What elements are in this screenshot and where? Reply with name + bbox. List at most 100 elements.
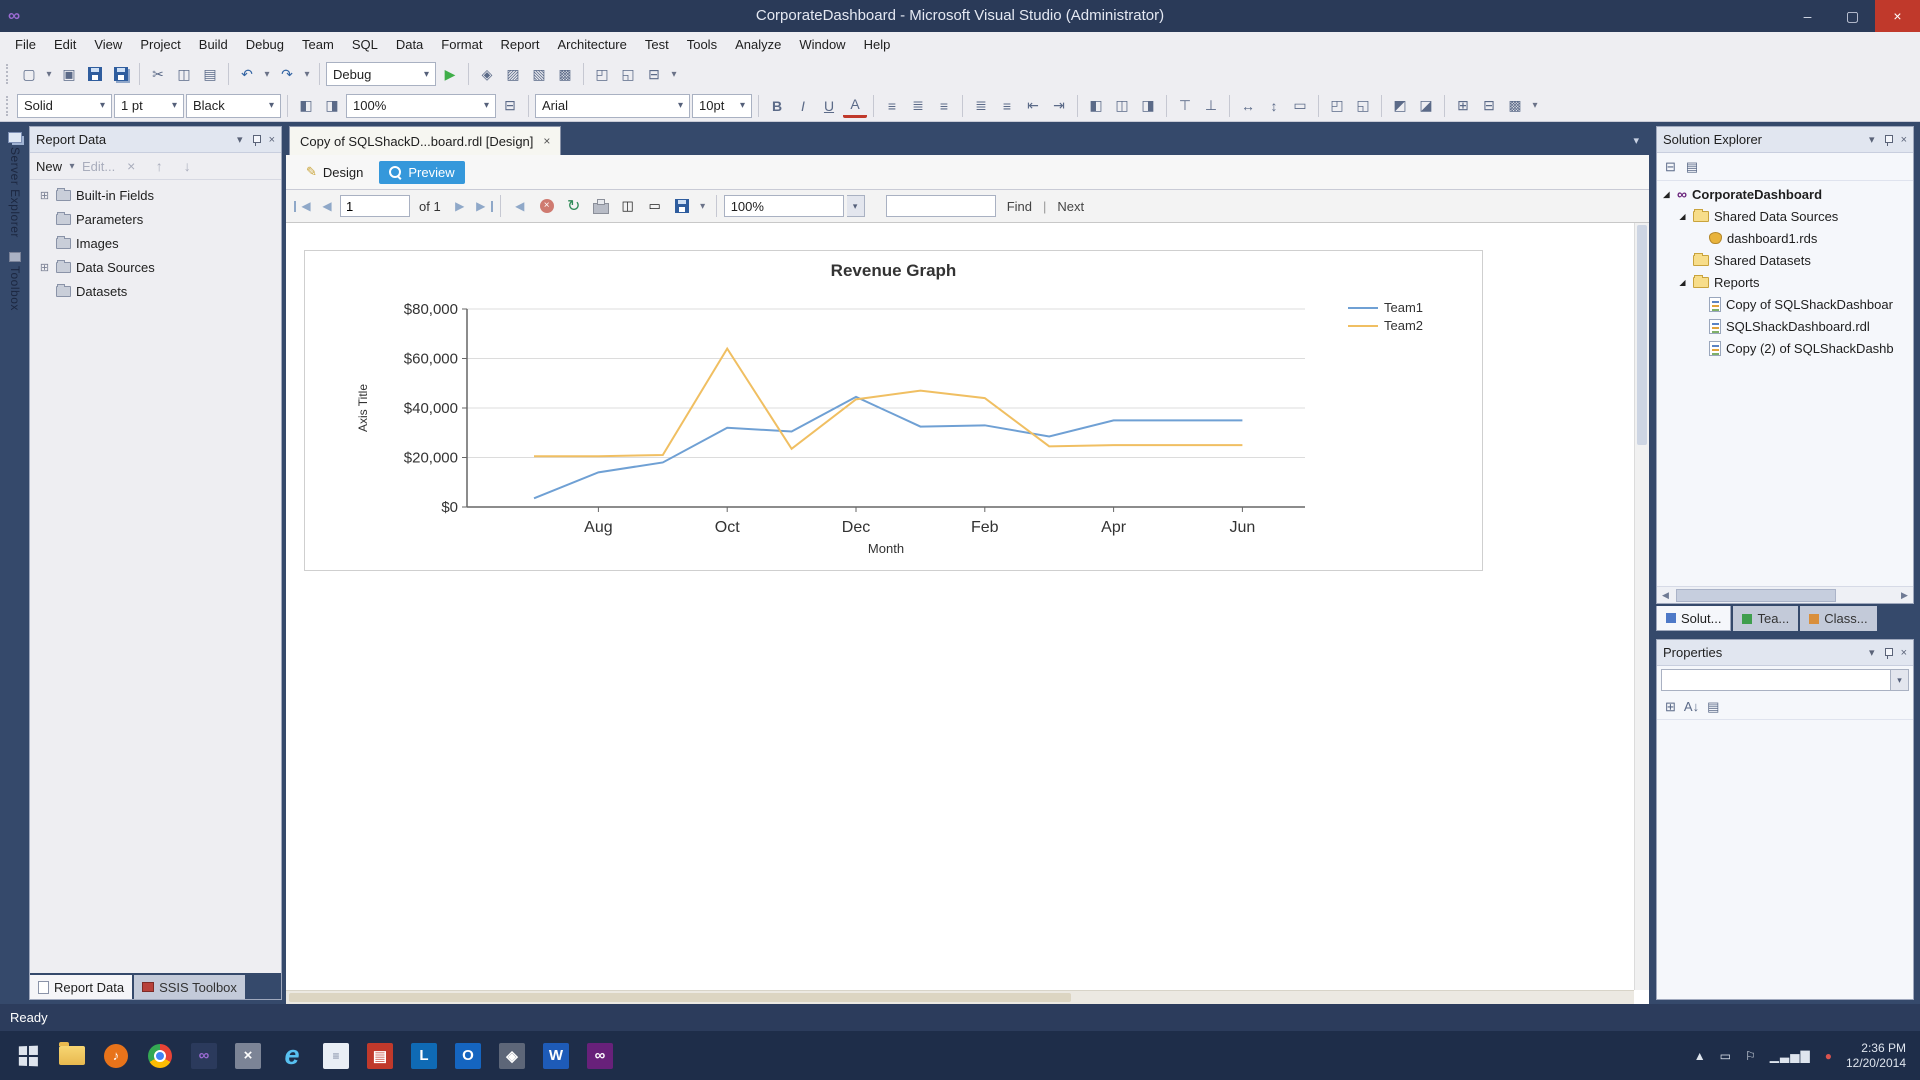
expand-icon[interactable]: ◢ (1661, 190, 1672, 199)
expand-icon[interactable]: ⊞ (38, 189, 51, 202)
sidebar-tab-server-explorer[interactable]: Server Explorer (3, 132, 27, 238)
fit-page-icon[interactable]: ⊟ (498, 94, 522, 118)
viewer-zoom-dropdown-icon[interactable]: ▾ (847, 195, 865, 217)
bullet-list-icon[interactable]: ≣ (969, 94, 993, 118)
viewer-zoom-combo[interactable]: 100% (724, 195, 844, 217)
tree-item-images[interactable]: Images (30, 231, 281, 255)
pin-icon[interactable] (1883, 134, 1893, 146)
build-icon[interactable]: ▨ (501, 62, 525, 86)
taskbar-data-tools[interactable]: × (226, 1034, 270, 1078)
tab-solution-explorer[interactable]: Solut... (1656, 606, 1731, 631)
debug-target-combo[interactable]: Debug ▾ (326, 62, 436, 86)
font-color-button[interactable]: A (843, 94, 867, 118)
document-tab[interactable]: Copy of SQLShackD...board.rdl [Design] × (289, 126, 561, 155)
find-in-files-icon[interactable]: ▧ (527, 62, 551, 86)
menu-edit[interactable]: Edit (45, 32, 85, 58)
tab-class-view[interactable]: Class... (1800, 606, 1876, 631)
align-bottoms-icon[interactable]: ⊥ (1199, 94, 1223, 118)
font-name-combo[interactable]: Arial ▾ (535, 94, 690, 118)
close-tab-icon[interactable]: × (543, 134, 550, 148)
find-text-input[interactable] (886, 195, 996, 217)
refresh-icon[interactable]: ↻ (562, 194, 586, 218)
tree-item-copy-of-report[interactable]: Copy of SQLShackDashboar (1657, 293, 1913, 315)
show-hidden-icons[interactable]: ▲ (1694, 1049, 1706, 1063)
tree-item-shared-datasets[interactable]: Shared Datasets (1657, 249, 1913, 271)
taskbar-chrome[interactable] (138, 1034, 182, 1078)
export-dropdown-icon[interactable]: ▾ (697, 194, 709, 218)
paste-icon[interactable]: ▤ (198, 62, 222, 86)
stop-rendering-icon[interactable]: × (535, 194, 559, 218)
close-icon[interactable]: × (269, 134, 275, 146)
undo-dropdown-icon[interactable]: ▾ (261, 62, 273, 86)
zoom-combo[interactable]: 100% ▾ (346, 94, 496, 118)
redo-dropdown-icon[interactable]: ▾ (301, 62, 313, 86)
new-dropdown-icon[interactable]: ▾ (66, 154, 78, 178)
volume-muted-icon[interactable]: ● (1825, 1049, 1832, 1063)
tab-team-explorer[interactable]: Tea... (1733, 606, 1798, 631)
undo-icon[interactable]: ↶ (235, 62, 259, 86)
same-size-icon[interactable]: ▭ (1288, 94, 1312, 118)
border-color-combo[interactable]: Black ▾ (186, 94, 281, 118)
menu-debug[interactable]: Debug (237, 32, 293, 58)
send-to-back-icon[interactable]: ◪ (1414, 94, 1438, 118)
redo-icon[interactable]: ↷ (275, 62, 299, 86)
find-next-button[interactable]: Next (1049, 199, 1092, 214)
border-style-combo[interactable]: Solid ▾ (17, 94, 112, 118)
taskbar-file-explorer[interactable] (50, 1034, 94, 1078)
underline-button[interactable]: U (817, 94, 841, 118)
menu-analyze[interactable]: Analyze (726, 32, 790, 58)
same-width-icon[interactable]: ↔ (1236, 94, 1260, 118)
tree-item-reports[interactable]: ◢ Reports (1657, 271, 1913, 293)
expand-icon[interactable]: ◢ (1677, 278, 1688, 287)
taskbar-lync[interactable]: L (402, 1034, 446, 1078)
align-center-icon[interactable]: ≣ (906, 94, 930, 118)
command-window-icon[interactable]: ▩ (553, 62, 577, 86)
table-style-icon[interactable]: ▩ (1503, 94, 1527, 118)
expand-icon[interactable]: ◢ (1677, 212, 1688, 221)
find-button[interactable]: Find (999, 199, 1040, 214)
first-page-icon[interactable]: ◀ (294, 201, 314, 212)
number-list-icon[interactable]: ≡ (995, 94, 1019, 118)
sidebar-tab-toolbox[interactable]: Toolbox (3, 252, 27, 311)
menu-tools[interactable]: Tools (678, 32, 726, 58)
split-cells-icon[interactable]: ⊟ (1477, 94, 1501, 118)
taskbar-word[interactable]: W (534, 1034, 578, 1078)
tree-item-data-sources[interactable]: ⊞ Data Sources (30, 255, 281, 279)
expand-icon[interactable]: ⊞ (38, 261, 51, 274)
save-all-icon[interactable] (109, 62, 133, 86)
move-down-icon[interactable]: ↓ (175, 154, 199, 178)
pin-icon[interactable] (251, 134, 261, 146)
export-icon[interactable] (670, 194, 694, 218)
zoom-in-icon[interactable]: ◨ (320, 94, 344, 118)
back-to-parent-icon[interactable]: ◀ (508, 194, 532, 218)
cut-icon[interactable]: ✂ (146, 62, 170, 86)
show-all-files-icon[interactable]: ▤ (1686, 159, 1698, 175)
page-number-input[interactable] (340, 195, 410, 217)
increase-indent-icon[interactable]: ⇥ (1047, 94, 1071, 118)
bold-button[interactable]: B (765, 94, 789, 118)
save-icon[interactable] (83, 62, 107, 86)
new-file-dropdown-icon[interactable]: ▾ (43, 62, 55, 86)
tab-preview[interactable]: Preview (379, 161, 464, 184)
copy-icon[interactable]: ◫ (172, 62, 196, 86)
window-position-icon[interactable]: ▾ (1869, 646, 1875, 659)
taskbar-visual-studio-2013[interactable]: ∞ (578, 1034, 622, 1078)
scroll-right-icon[interactable]: ▶ (1896, 590, 1913, 601)
taskbar-internet-explorer[interactable]: e (270, 1034, 314, 1078)
close-icon[interactable]: × (1901, 647, 1907, 659)
decrease-indent-icon[interactable]: ⇤ (1021, 94, 1045, 118)
toolbar-options-icon[interactable]: ▾ (668, 62, 680, 86)
scrollbar-thumb[interactable] (1637, 225, 1647, 445)
same-height-icon[interactable]: ↕ (1262, 94, 1286, 118)
properties-object-combo[interactable] (1661, 669, 1891, 691)
tree-item-dashboard1-rds[interactable]: dashboard1.rds (1657, 227, 1913, 249)
toolbar-options-icon[interactable]: ▾ (1529, 94, 1541, 118)
zoom-out-icon[interactable]: ◧ (294, 94, 318, 118)
tree-item-parameters[interactable]: Parameters (30, 207, 281, 231)
properties-window-icon[interactable]: ◱ (616, 62, 640, 86)
italic-button[interactable]: I (791, 94, 815, 118)
minimize-button[interactable]: – (1785, 0, 1830, 32)
border-width-combo[interactable]: 1 pt ▾ (114, 94, 184, 118)
bring-to-front-icon[interactable]: ◩ (1388, 94, 1412, 118)
taskbar-outlook[interactable]: O (446, 1034, 490, 1078)
